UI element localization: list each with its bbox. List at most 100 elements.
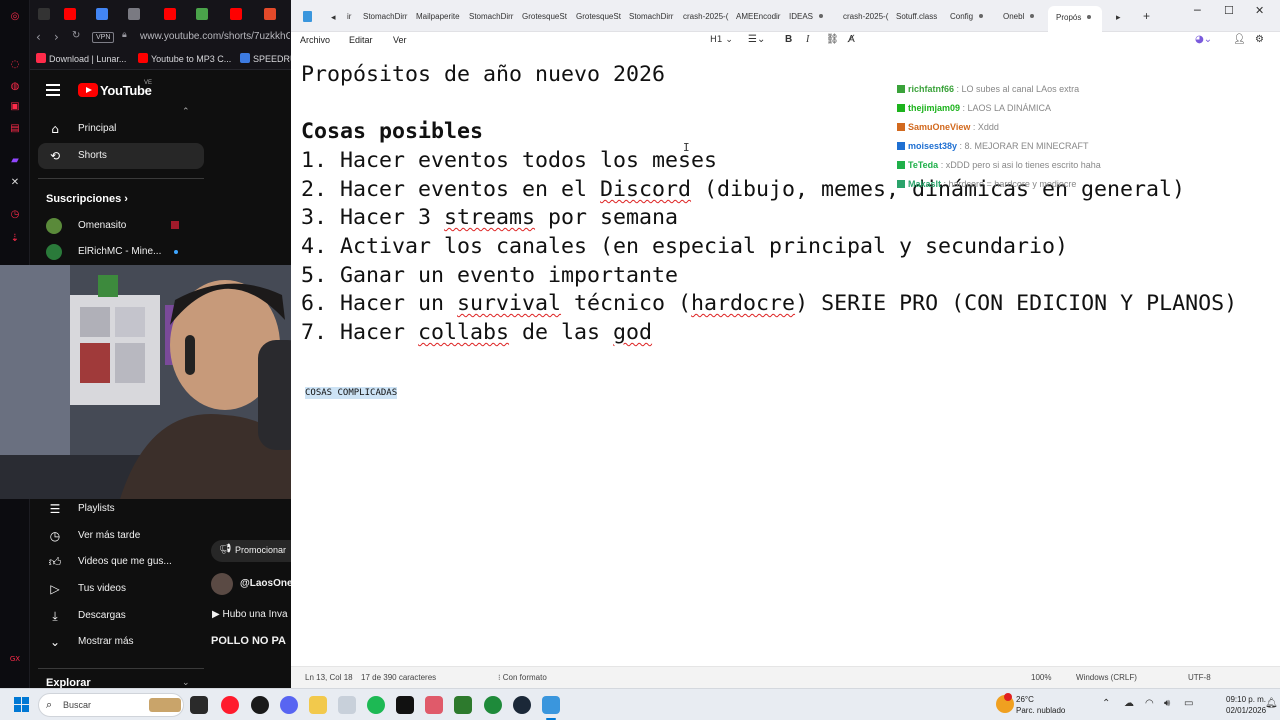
misspelled-word[interactable]: collabs: [418, 320, 509, 345]
link-icon[interactable]: ⛓: [826, 34, 839, 45]
section-heading-line[interactable]: Cosas posibles: [301, 119, 483, 144]
short-title[interactable]: POLLO NO PA: [211, 635, 286, 647]
chrome-app-icon[interactable]: [251, 696, 269, 714]
nav-playlists[interactable]: ☰ Playlists: [38, 496, 204, 522]
new-tab-icon[interactable]: +: [1143, 9, 1150, 23]
text-line[interactable]: 3. Hacer 3 streams por semana: [301, 205, 678, 230]
close-icon[interactable]: ✕: [1255, 4, 1264, 17]
comment-preview[interactable]: ▶ Hubo una Inva: [212, 609, 288, 620]
chevron-down-icon[interactable]: ⌄: [182, 677, 190, 688]
taskbar-search[interactable]: ⌕ Buscar: [38, 693, 184, 717]
gx-control-icon[interactable]: ◍: [8, 80, 22, 94]
text-line[interactable]: 1. Hacer eventos todos los meses: [301, 148, 717, 173]
weather-temp[interactable]: 26°C: [1016, 695, 1034, 704]
tab[interactable]: StomachDirr: [363, 12, 409, 21]
tab-active[interactable]: Propós: [1048, 6, 1102, 32]
nav-liked-videos[interactable]: 👍︎ Videos que me gus...: [38, 549, 204, 575]
promote-button[interactable]: 📢︎ Promocionar: [211, 540, 291, 562]
tab-icon[interactable]: [264, 8, 276, 20]
youtube-tab-icon[interactable]: [164, 8, 176, 20]
scroll-tabs-left-icon[interactable]: ◂: [331, 12, 336, 23]
menu-archivo[interactable]: Archivo: [300, 35, 330, 45]
nav-downloads[interactable]: ⤓ Descargas: [38, 603, 204, 629]
back-icon[interactable]: ‹: [36, 30, 41, 44]
vpn-badge[interactable]: VPN: [92, 32, 115, 43]
italic-icon[interactable]: I: [806, 34, 809, 45]
heading-dropdown[interactable]: H1 ⌄: [710, 35, 733, 45]
bookmark-3[interactable]: SPEEDRU: [240, 53, 297, 64]
notification-bell-icon[interactable]: 🔔︎: [1265, 698, 1278, 709]
nav-shorts[interactable]: ⟲ Shorts: [38, 143, 204, 169]
misspelled-word[interactable]: Discord: [600, 177, 691, 202]
youtube-tab-icon[interactable]: [230, 8, 242, 20]
weather-desc[interactable]: Parc. nublado: [1016, 706, 1065, 715]
tab[interactable]: crash-2025-(: [843, 12, 889, 21]
tab[interactable]: ir: [347, 12, 355, 21]
capcut-editor-app-icon[interactable]: [396, 696, 414, 714]
gx-corner-icon[interactable]: ◌: [8, 58, 22, 72]
forward-icon[interactable]: ›: [54, 30, 59, 44]
channel-handle[interactable]: @LaosOne: [240, 578, 291, 589]
drive-tab-icon[interactable]: [96, 8, 108, 20]
misspelled-word[interactable]: hardocre: [691, 291, 795, 316]
gx-history-icon[interactable]: ◷: [8, 208, 22, 222]
youtube-logo[interactable]: YouTube VE: [78, 80, 152, 98]
menu-ver[interactable]: Ver: [393, 35, 407, 45]
misspelled-word[interactable]: god: [613, 320, 652, 345]
misspelled-word[interactable]: survival: [457, 291, 561, 316]
nav-your-videos[interactable]: ▷ Tus videos: [38, 576, 204, 602]
tab[interactable]: GrotesqueSt: [576, 12, 622, 21]
list-dropdown-icon[interactable]: ☰⌄: [748, 34, 765, 45]
menu-editar[interactable]: Editar: [349, 35, 373, 45]
minimize-icon[interactable]: ─: [1194, 4, 1201, 17]
tab[interactable]: Config: [950, 12, 984, 21]
wifi-icon[interactable]: ◠: [1145, 698, 1154, 709]
tab[interactable]: crash-2025-(: [683, 12, 729, 21]
tab[interactable]: Mailpaperite: [416, 12, 462, 21]
capcut-app-icon[interactable]: [338, 696, 356, 714]
tab[interactable]: AMEEncodir: [736, 12, 782, 21]
volume-icon[interactable]: 🔊︎: [1164, 698, 1170, 709]
xbox-app-icon[interactable]: [484, 696, 502, 714]
nav-show-more[interactable]: ⌄ Mostrar más: [38, 629, 204, 655]
spotify-app-icon[interactable]: [367, 696, 385, 714]
zoom-level[interactable]: 100%: [1031, 673, 1051, 682]
clock-date[interactable]: 02/01/2026: [1226, 706, 1266, 715]
tab[interactable]: Onebl: [1003, 12, 1035, 21]
encoding[interactable]: UTF-8: [1188, 673, 1211, 682]
minecraft-app-icon[interactable]: [454, 696, 472, 714]
nav-principal[interactable]: ⌂ Principal: [38, 116, 204, 142]
text-line[interactable]: 5. Ganar un evento importante: [301, 263, 678, 288]
discord-app-icon[interactable]: [280, 696, 298, 714]
minecraft-tab-icon[interactable]: [196, 8, 208, 20]
tab[interactable]: StomachDirr: [469, 12, 515, 21]
twitch-icon[interactable]: ▰: [8, 154, 22, 168]
copilot-icon[interactable]: ◕⌄: [1195, 34, 1212, 45]
gx-downloads-icon[interactable]: ⇣: [8, 232, 22, 246]
gx-messenger-icon[interactable]: ▣: [8, 100, 22, 114]
steam-app-icon[interactable]: [513, 696, 531, 714]
subscriptions-heading[interactable]: Suscripciones ›: [46, 193, 128, 205]
obs-app-icon[interactable]: [425, 696, 443, 714]
nav-watch-later[interactable]: ◷ Ver más tarde: [38, 523, 204, 549]
tab[interactable]: Sotuff.class: [896, 12, 946, 21]
gx-player-icon[interactable]: ▤: [8, 122, 22, 136]
url-field[interactable]: www.youtube.com/shorts/7uzkkhG: [140, 31, 290, 42]
selected-text[interactable]: COSAS COMPLICADAS: [305, 387, 398, 399]
tab[interactable]: StomachDirr: [629, 12, 675, 21]
reload-icon[interactable]: ↻: [72, 30, 80, 41]
battery-icon[interactable]: ▭: [1184, 698, 1193, 709]
format-indicator[interactable]: ⁝ Con formato: [498, 673, 547, 682]
text-line[interactable]: 6. Hacer un survival técnico (hardocre) …: [301, 291, 1237, 316]
start-windows-icon[interactable]: [14, 697, 30, 713]
maximize-icon[interactable]: ☐: [1224, 4, 1234, 17]
text-line[interactable]: 4. Activar los canales (en especial prin…: [301, 234, 1068, 259]
tab[interactable]: GrotesqueSt: [522, 12, 568, 21]
tab-icon[interactable]: [38, 8, 50, 20]
tab[interactable]: IDEAS: [789, 12, 824, 21]
tab-icon[interactable]: [128, 8, 140, 20]
text-line[interactable]: 7. Hacer collabs de las god: [301, 320, 652, 345]
misspelled-word[interactable]: streams: [444, 205, 535, 230]
task-view-icon[interactable]: [190, 696, 208, 714]
file-explorer-app-icon[interactable]: [309, 696, 327, 714]
